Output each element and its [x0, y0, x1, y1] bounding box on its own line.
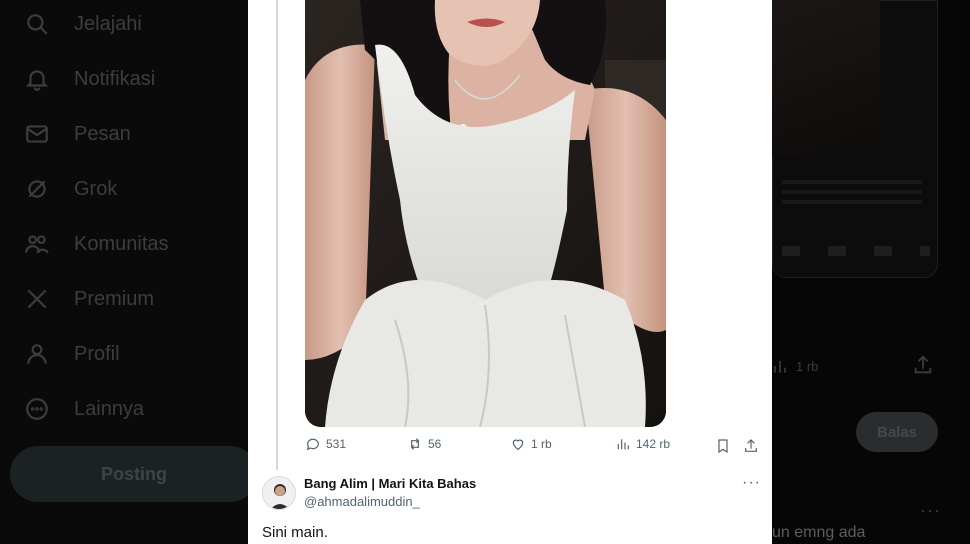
repost-action[interactable]: 56 — [407, 436, 441, 452]
reply-count: 531 — [326, 437, 347, 451]
chart-icon — [774, 361, 786, 373]
post-detail-modal: 531 56 1 rb 142 rb Bang Alim | Mari Kita… — [248, 0, 772, 544]
background-stat-count: 1 rb — [796, 358, 819, 374]
background-share-icon — [912, 354, 934, 376]
reply-author-handle[interactable]: @ahmadalimuddin_ — [304, 494, 420, 509]
repost-icon — [410, 438, 420, 450]
background-snippet: un emng ada — [772, 524, 866, 541]
heart-icon — [512, 439, 524, 451]
nav-item-notifikasi[interactable]: Notifikasi — [24, 59, 155, 99]
views-count: 142 rb — [636, 437, 671, 451]
nav-item-label: Grok — [74, 177, 118, 200]
reply-action[interactable]: 531 — [305, 436, 346, 452]
comment-icon — [306, 438, 319, 451]
nav-item-label: Komunitas — [74, 232, 169, 255]
nav-item-label: Profil — [74, 342, 120, 365]
nav-item-komunitas[interactable]: Komunitas — [24, 224, 169, 264]
nav-item-label: Pesan — [74, 122, 131, 145]
nav-item-label: Notifikasi — [74, 67, 156, 90]
search-icon — [27, 14, 48, 35]
background-like-stat: 1 rb — [770, 356, 818, 376]
thread-line — [276, 0, 278, 470]
nav-item-label: Lainnya — [74, 397, 145, 420]
person-icon — [27, 344, 47, 364]
x-logo-icon — [27, 289, 47, 309]
background-more-icon: ··· — [920, 500, 941, 520]
post-button[interactable]: Posting — [10, 446, 258, 502]
avatar[interactable] — [262, 476, 296, 510]
nav-item-pesan[interactable]: Pesan — [24, 114, 131, 154]
bell-icon — [25, 70, 49, 91]
nav-item-premium[interactable]: Premium — [24, 279, 154, 319]
views-action[interactable]: 142 rb — [615, 436, 670, 452]
more-options-icon[interactable]: ··· — [742, 474, 761, 492]
sidebar-nav: Jelajahi Notifikasi Pesan Grok Komunitas… — [0, 0, 258, 544]
bookmark-icon[interactable] — [715, 438, 731, 459]
nav-item-jelajahi[interactable]: Jelajahi — [24, 4, 142, 44]
nav-item-profil[interactable]: Profil — [24, 334, 120, 374]
views-chart-icon — [617, 439, 629, 450]
share-icon[interactable] — [743, 438, 759, 459]
reply-author-name[interactable]: Bang Alim | Mari Kita Bahas — [304, 476, 476, 491]
nav-item-lainnya[interactable]: Lainnya — [24, 389, 144, 429]
mail-icon — [26, 125, 48, 143]
reply-text: Sini main. — [262, 524, 328, 541]
background-card-stats — [782, 246, 930, 256]
repost-count: 56 — [428, 437, 442, 451]
nav-item-grok[interactable]: Grok — [24, 169, 117, 209]
nav-item-label: Premium — [74, 287, 155, 310]
reply-button[interactable]: Balas — [856, 412, 938, 452]
people-icon — [25, 235, 49, 254]
selfie-photo — [305, 0, 666, 427]
like-action[interactable]: 1 rb — [510, 436, 552, 452]
post-action-bar: 531 56 1 rb 142 rb — [305, 436, 760, 458]
like-count: 1 rb — [531, 437, 552, 451]
background-card-image — [772, 0, 880, 156]
nav-item-label: Jelajahi — [74, 12, 142, 35]
more-circle-icon — [26, 398, 48, 420]
post-image[interactable] — [305, 0, 666, 427]
background-card-text — [782, 180, 922, 210]
grok-icon — [28, 180, 46, 198]
